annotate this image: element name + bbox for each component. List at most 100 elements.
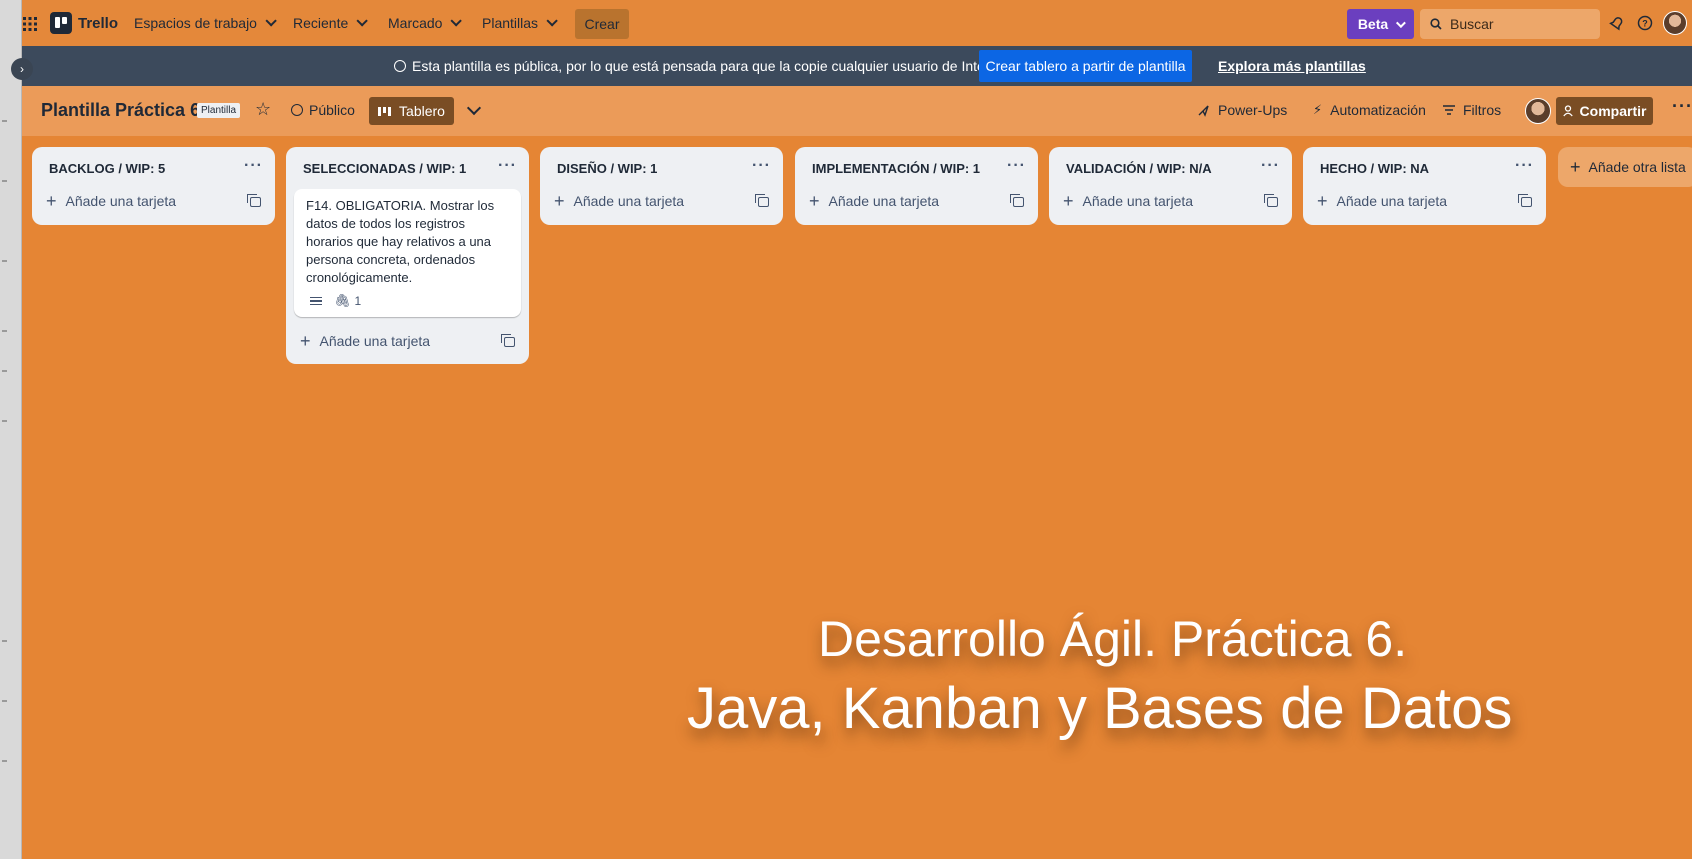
list-menu-icon[interactable]: ··· xyxy=(1007,157,1026,175)
automation-button[interactable]: ⚡ Automatización xyxy=(1313,102,1426,118)
filter-icon xyxy=(1443,105,1455,115)
template-banner: Esta plantilla es pública, por lo que es… xyxy=(22,46,1692,86)
list-title[interactable]: BACKLOG / WIP: 5 xyxy=(49,161,165,176)
add-card-label: Añade una tarjeta xyxy=(828,193,940,209)
menu-recent[interactable]: Reciente xyxy=(293,0,369,46)
plus-icon: + xyxy=(300,331,311,351)
background-title-line-2: Java, Kanban y Bases de Datos xyxy=(687,676,1513,741)
add-card-button[interactable]: + Añade una tarjeta xyxy=(46,191,177,211)
beta-label: Beta xyxy=(1357,16,1389,32)
help-icon[interactable]: ? xyxy=(1635,13,1655,33)
member-avatar[interactable] xyxy=(1525,98,1551,124)
add-card-button[interactable]: + Añade una tarjeta xyxy=(300,331,430,351)
search-box[interactable] xyxy=(1420,9,1600,39)
svg-text:?: ? xyxy=(1642,19,1648,29)
list-menu-icon[interactable]: ··· xyxy=(1515,157,1534,175)
list-menu-icon[interactable]: ··· xyxy=(1261,157,1280,175)
add-list-label: Añade otra lista xyxy=(1588,159,1686,175)
visibility-button[interactable]: Público xyxy=(291,102,355,118)
list-menu-icon[interactable]: ··· xyxy=(752,157,771,175)
list-title[interactable]: HECHO / WIP: NA xyxy=(1320,161,1429,176)
star-icon[interactable]: ☆ xyxy=(255,99,271,120)
trello-logo[interactable]: Trello xyxy=(50,12,118,34)
list-title[interactable]: SELECCIONADAS / WIP: 1 xyxy=(303,161,466,176)
power-ups-button[interactable]: Power-Ups xyxy=(1197,102,1287,118)
views-dropdown-icon[interactable] xyxy=(466,100,482,116)
description-icon xyxy=(310,296,322,306)
create-from-template-icon[interactable] xyxy=(247,194,261,207)
template-badge: Plantilla xyxy=(197,103,241,118)
add-list-button[interactable]: + Añade otra lista xyxy=(1558,147,1692,187)
chevron-down-icon xyxy=(546,15,558,27)
paperclip-icon: 🖇 xyxy=(334,293,351,308)
board-view-label: Tablero xyxy=(399,103,445,119)
add-card-button[interactable]: + Añade una tarjeta xyxy=(1317,191,1447,211)
board-title[interactable]: Plantilla Práctica 6 xyxy=(41,100,200,121)
menu-label: Marcado xyxy=(388,15,443,31)
list-implementation[interactable]: IMPLEMENTACIÓN / WIP: 1 ··· + Añade una t… xyxy=(795,147,1038,225)
plus-icon: + xyxy=(1570,156,1581,177)
list-done[interactable]: HECHO / WIP: NA ··· + Añade una tarjeta xyxy=(1303,147,1546,225)
board-menu-icon[interactable]: ··· xyxy=(1672,96,1692,117)
add-card-button[interactable]: + Añade una tarjeta xyxy=(1063,191,1194,211)
lightning-icon: ⚡ xyxy=(1313,102,1323,117)
background-title-line-1: Desarrollo Ágil. Práctica 6. xyxy=(818,611,1408,667)
chevron-down-icon xyxy=(265,15,277,27)
menu-templates[interactable]: Plantillas xyxy=(482,0,558,46)
menu-starred[interactable]: Marcado xyxy=(388,0,463,46)
share-button[interactable]: Compartir xyxy=(1556,97,1653,125)
app-switcher-icon[interactable] xyxy=(22,16,38,32)
beta-button[interactable]: Beta xyxy=(1347,9,1414,39)
notifications-icon[interactable] xyxy=(1607,13,1627,33)
add-card-button[interactable]: + Añade una tarjeta xyxy=(809,192,940,210)
add-card-label: Añade una tarjeta xyxy=(65,193,177,209)
list-title[interactable]: VALIDACIÓN / WIP: N/A xyxy=(1066,161,1212,176)
left-gutter xyxy=(0,0,22,859)
user-avatar[interactable] xyxy=(1663,11,1687,35)
list-title[interactable]: DISEÑO / WIP: 1 xyxy=(557,161,657,176)
create-from-template-icon[interactable] xyxy=(1518,194,1532,207)
board-view-icon xyxy=(378,106,392,116)
globe-icon xyxy=(291,104,303,116)
plus-icon: + xyxy=(1063,191,1074,211)
list-validation[interactable]: VALIDACIÓN / WIP: N/A ··· + Añade una tar… xyxy=(1049,147,1292,225)
list-backlog[interactable]: BACKLOG / WIP: 5 ··· + Añade una tarjeta xyxy=(32,147,275,225)
create-from-template-icon[interactable] xyxy=(501,334,515,347)
list-design[interactable]: DISEÑO / WIP: 1 ··· + Añade una tarjeta xyxy=(540,147,783,225)
list-title[interactable]: IMPLEMENTACIÓN / WIP: 1 xyxy=(812,161,980,176)
brand-name: Trello xyxy=(78,14,119,32)
chevron-down-icon xyxy=(356,15,369,27)
explore-templates-link[interactable]: Explora más plantillas xyxy=(1218,58,1366,74)
board-view-button[interactable]: Tablero xyxy=(369,97,454,125)
card-title: F14. OBLIGATORIA. Mostrar los datos de t… xyxy=(306,198,495,285)
board-header: Plantilla Práctica 6 Plantilla ☆ Público… xyxy=(22,86,1692,136)
create-from-template-icon[interactable] xyxy=(1010,194,1024,207)
create-board-from-template-button[interactable]: Crear tablero a partir de plantilla xyxy=(979,50,1192,82)
card[interactable]: F14. OBLIGATORIA. Mostrar los datos de t… xyxy=(294,189,521,317)
plus-icon: + xyxy=(46,191,57,211)
menu-label: Reciente xyxy=(293,15,349,31)
plus-icon: + xyxy=(1317,191,1328,211)
add-card-label: Añade una tarjeta xyxy=(1082,193,1194,209)
list-menu-icon[interactable]: ··· xyxy=(244,157,263,175)
menu-label: Espacios de trabajo xyxy=(134,15,257,31)
menu-workspaces[interactable]: Espacios de trabajo xyxy=(134,0,277,46)
list-selected[interactable]: SELECCIONADAS / WIP: 1 ··· F14. OBLIGATO… xyxy=(286,147,529,364)
create-from-template-icon[interactable] xyxy=(1264,194,1278,207)
list-menu-icon[interactable]: ··· xyxy=(498,157,517,175)
add-card-label: Añade una tarjeta xyxy=(573,193,685,209)
power-ups-label: Power-Ups xyxy=(1218,102,1288,118)
plus-icon: + xyxy=(554,191,565,211)
search-icon xyxy=(1430,18,1442,30)
attachment-count: 1 xyxy=(354,294,362,308)
create-button[interactable]: Crear xyxy=(575,9,629,39)
chevron-down-icon xyxy=(1396,17,1407,28)
banner-message: Esta plantilla es pública, por lo que es… xyxy=(394,58,1013,74)
search-input[interactable] xyxy=(1450,16,1580,32)
add-card-button[interactable]: + Añade una tarjeta xyxy=(554,191,685,211)
automation-label: Automatización xyxy=(1330,102,1426,118)
create-from-template-icon[interactable] xyxy=(755,194,769,207)
expand-sidebar-button[interactable]: › xyxy=(11,58,33,80)
card-badges: 🖇 1 xyxy=(310,293,361,309)
filters-button[interactable]: Filtros xyxy=(1443,102,1501,118)
